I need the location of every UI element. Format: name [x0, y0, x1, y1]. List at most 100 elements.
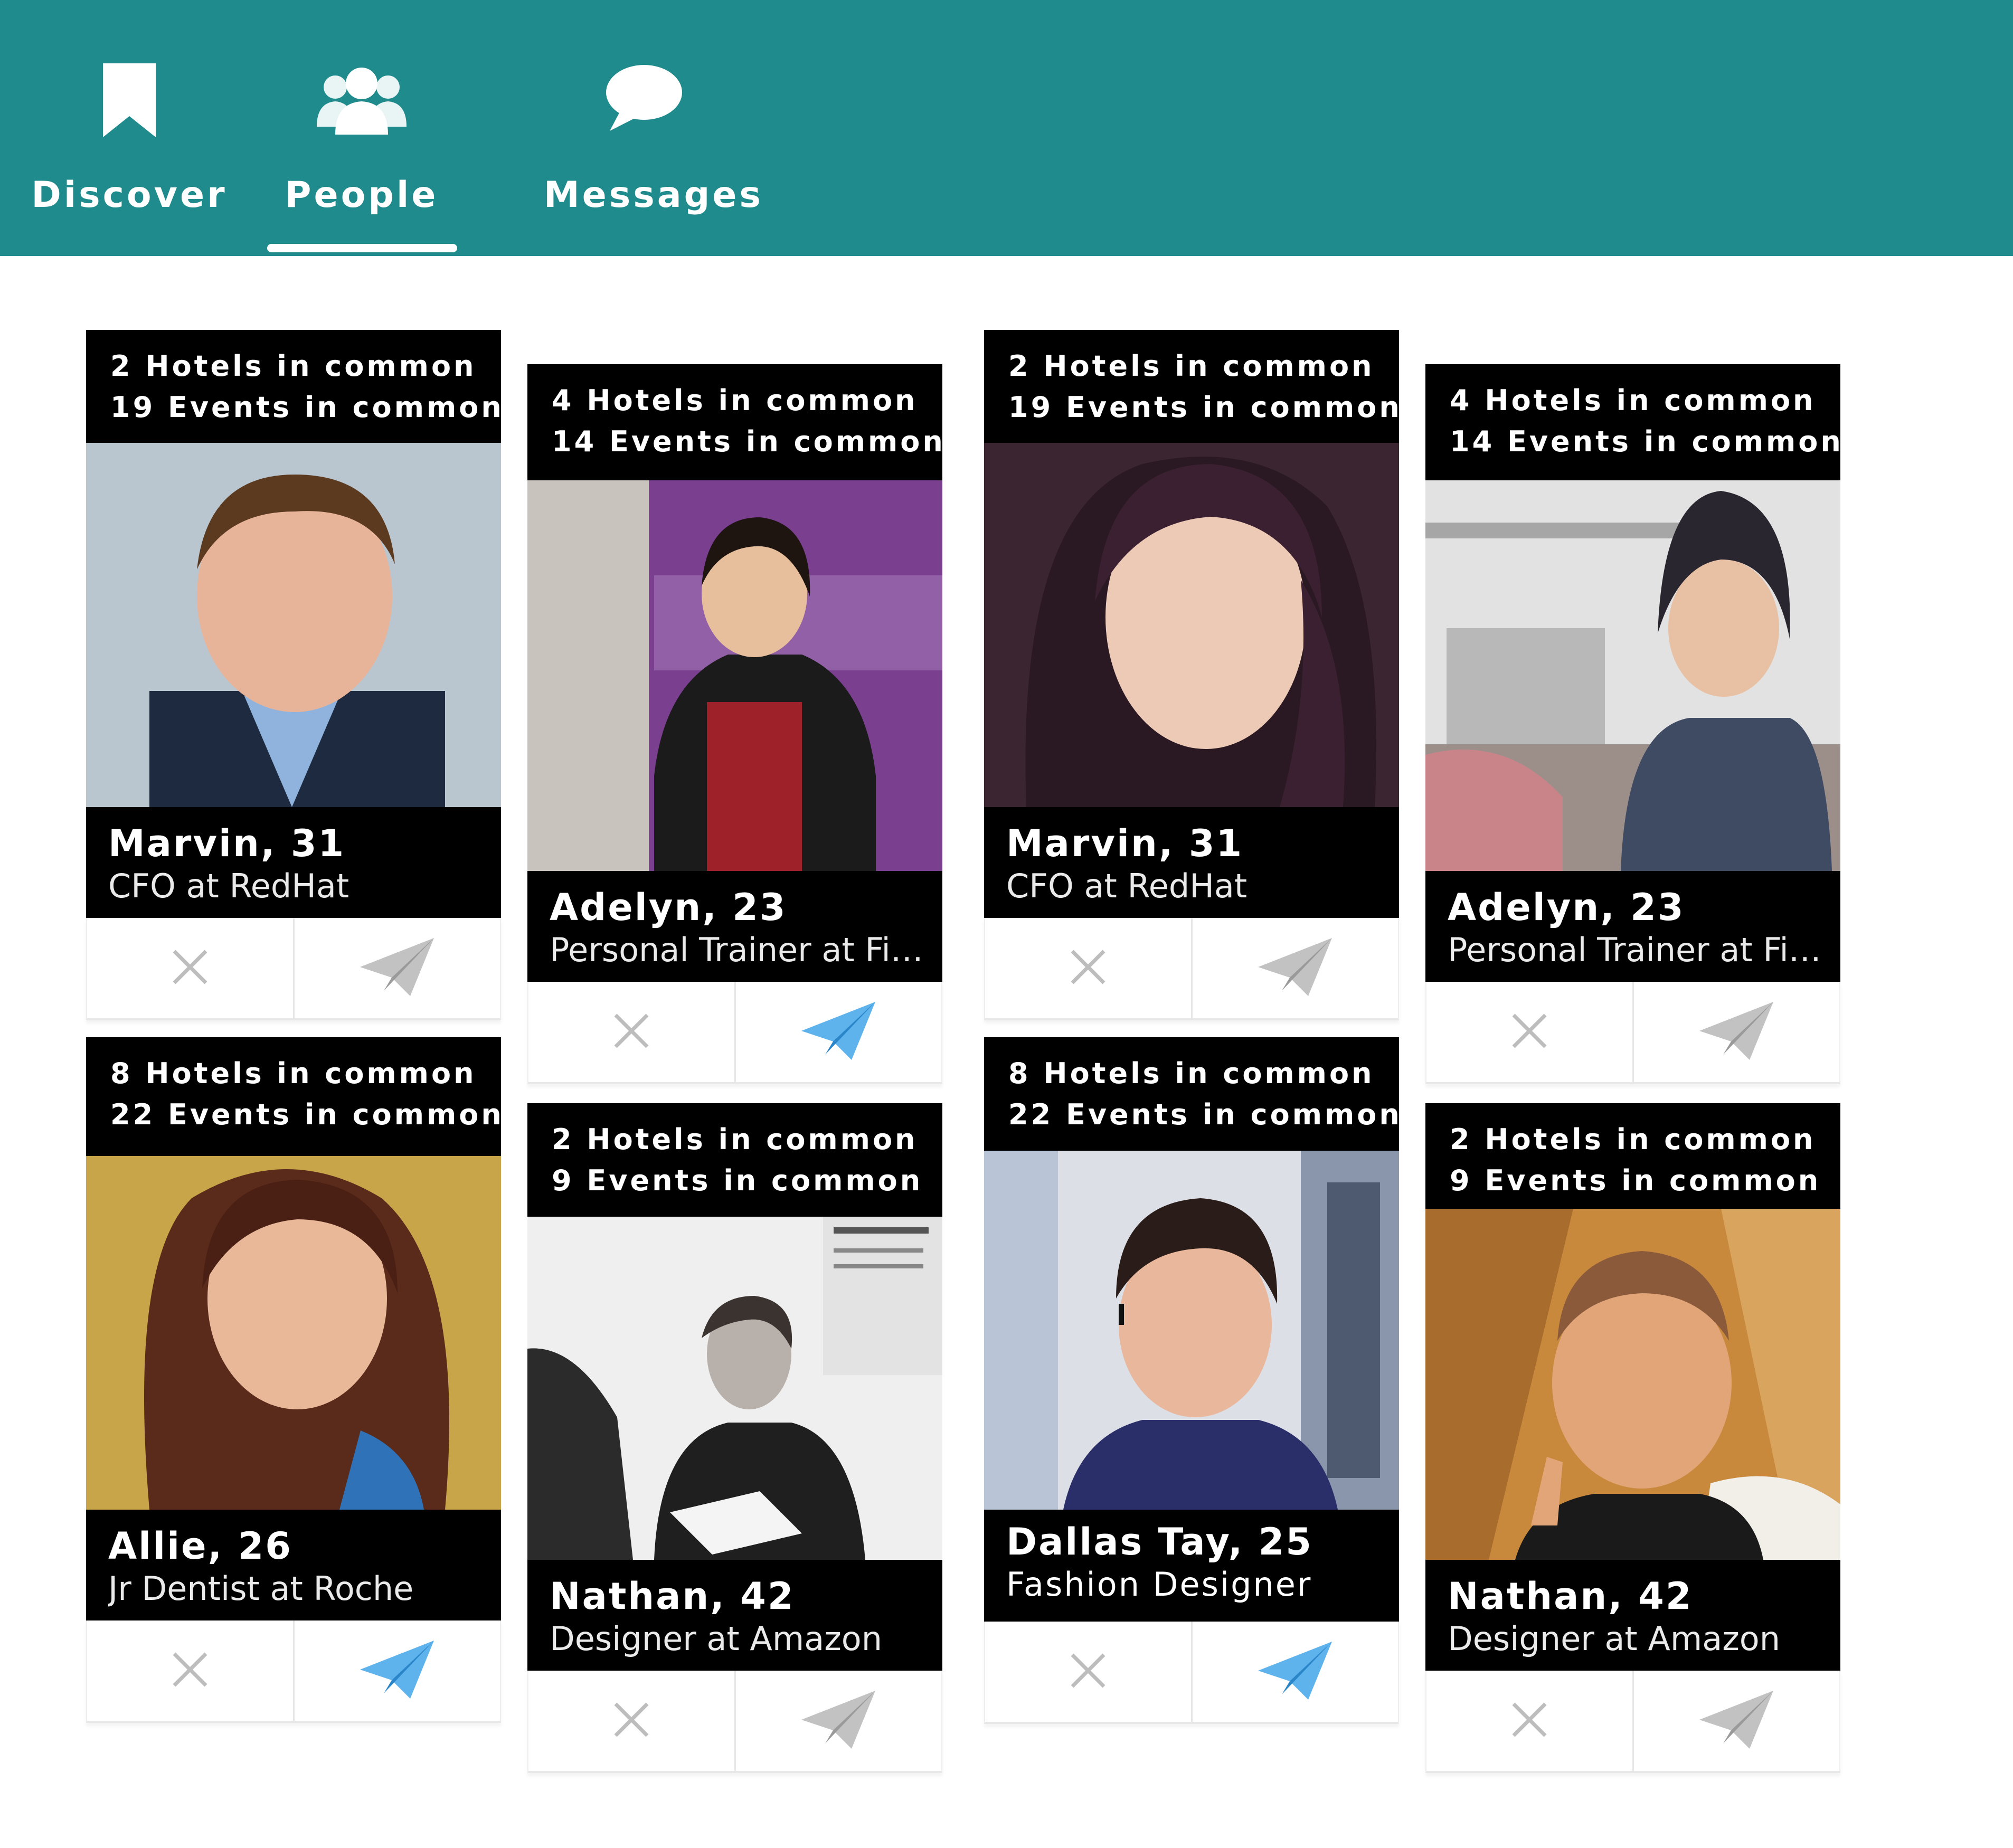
hotels-in-common: 4 Hotels in common — [1450, 384, 1816, 417]
person-name: Adelyn, 23 — [550, 886, 787, 929]
send-request-button[interactable] — [1190, 918, 1398, 1018]
card-actions — [984, 918, 1399, 1020]
profile-info: Adelyn, 23 Personal Trainer at Fit... — [1425, 871, 1840, 982]
person-job: Personal Trainer at Fit... — [550, 931, 935, 969]
hotels-in-common: 4 Hotels in common — [552, 384, 918, 417]
profile-photo[interactable] — [527, 1217, 942, 1560]
paper-plane-icon — [1258, 938, 1332, 998]
card-actions — [527, 1671, 942, 1773]
people-icon — [314, 63, 409, 137]
profile-info: Allie, 26 Jr Dentist at Roche — [86, 1510, 501, 1620]
common-summary: 4 Hotels in common 14 Events in common — [1425, 364, 1841, 480]
events-in-common: 9 Events in common — [552, 1164, 923, 1197]
person-card[interactable]: 2 Hotels in common 19 Events in common M… — [86, 330, 502, 1020]
close-icon — [613, 1701, 650, 1740]
profile-photo[interactable] — [86, 443, 501, 807]
tab-discover[interactable]: Discover — [21, 0, 238, 256]
paper-plane-icon — [1699, 1002, 1774, 1062]
chat-bubble-icon — [604, 63, 684, 134]
close-icon — [1511, 1701, 1548, 1740]
hotels-in-common: 8 Hotels in common — [110, 1057, 477, 1090]
profile-info: Adelyn, 23 Personal Trainer at Fit... — [527, 871, 942, 982]
person-card[interactable]: 2 Hotels in common 9 Events in common Na… — [527, 1103, 942, 1773]
hotels-in-common: 8 Hotels in common — [1008, 1057, 1375, 1090]
person-job: CFO at RedHat — [108, 867, 349, 905]
card-actions — [86, 1620, 501, 1723]
profile-info: Dallas Tay, 25 Fashion Designer — [984, 1510, 1399, 1622]
profile-info: Nathan, 42 Designer at Amazon — [527, 1560, 942, 1671]
tab-messages-label: Messages — [544, 174, 763, 216]
profile-photo[interactable] — [984, 443, 1399, 807]
send-request-button[interactable] — [1190, 1622, 1398, 1722]
paper-plane-icon — [801, 1002, 876, 1062]
paper-plane-icon — [360, 938, 434, 998]
close-icon — [613, 1012, 650, 1051]
common-summary: 8 Hotels in common 22 Events in common — [86, 1037, 504, 1156]
person-name: Nathan, 42 — [1448, 1575, 1693, 1618]
person-card[interactable]: 8 Hotels in common 22 Events in common D… — [984, 1037, 1400, 1724]
person-job: CFO at RedHat — [1006, 867, 1248, 905]
dismiss-button[interactable] — [985, 918, 1191, 1018]
person-card[interactable]: 4 Hotels in common 14 Events in common A… — [527, 364, 943, 1084]
person-card[interactable]: 2 Hotels in common 9 Events in common Na… — [1425, 1103, 1840, 1773]
tab-people[interactable]: People — [264, 0, 459, 256]
profile-photo[interactable] — [527, 480, 942, 871]
profile-info: Marvin, 31 CFO at RedHat — [984, 807, 1399, 918]
close-icon — [1511, 1012, 1548, 1051]
dismiss-button[interactable] — [528, 1671, 734, 1771]
send-request-button[interactable] — [734, 1671, 942, 1771]
person-card[interactable]: 8 Hotels in common 22 Events in common A… — [86, 1037, 504, 1723]
person-job: Designer at Amazon — [550, 1619, 882, 1658]
send-request-button[interactable] — [1632, 982, 1840, 1082]
paper-plane-icon — [1699, 1691, 1774, 1751]
active-tab-indicator — [267, 244, 457, 252]
person-name: Marvin, 31 — [108, 822, 346, 865]
paper-plane-icon — [1258, 1642, 1332, 1702]
dismiss-button[interactable] — [985, 1622, 1191, 1722]
person-job: Jr Dentist at Roche — [108, 1569, 414, 1608]
dismiss-button[interactable] — [87, 918, 293, 1018]
send-request-button[interactable] — [1632, 1671, 1840, 1771]
person-job: Personal Trainer at Fit... — [1448, 931, 1833, 969]
top-nav-bar: Discover People Messages — [0, 0, 2013, 256]
dismiss-button[interactable] — [1426, 1671, 1632, 1771]
send-request-button[interactable] — [734, 982, 942, 1082]
paper-plane-icon — [801, 1691, 876, 1751]
person-job: Fashion Designer — [1006, 1565, 1312, 1604]
profile-photo[interactable] — [1425, 480, 1840, 871]
person-name: Nathan, 42 — [550, 1575, 795, 1618]
dismiss-button[interactable] — [528, 982, 734, 1082]
bookmark-icon — [103, 63, 156, 139]
hotels-in-common: 2 Hotels in common — [1008, 349, 1375, 383]
profile-photo[interactable] — [1425, 1209, 1840, 1560]
common-summary: 2 Hotels in common 19 Events in common — [984, 330, 1402, 443]
hotels-in-common: 2 Hotels in common — [552, 1123, 918, 1156]
hotels-in-common: 2 Hotels in common — [110, 349, 477, 383]
common-summary: 2 Hotels in common 19 Events in common — [86, 330, 502, 443]
person-name: Allie, 26 — [108, 1524, 293, 1568]
close-icon — [172, 949, 209, 988]
dismiss-button[interactable] — [87, 1620, 293, 1721]
card-actions — [984, 1622, 1399, 1724]
person-name: Dallas Tay, 25 — [1006, 1520, 1313, 1563]
common-summary: 4 Hotels in common 14 Events in common — [527, 364, 943, 480]
close-icon — [172, 1651, 209, 1690]
person-name: Marvin, 31 — [1006, 822, 1244, 865]
events-in-common: 22 Events in common — [110, 1098, 504, 1131]
common-summary: 8 Hotels in common 22 Events in common — [984, 1037, 1400, 1151]
person-card[interactable]: 2 Hotels in common 19 Events in common M… — [984, 330, 1402, 1020]
close-icon — [1070, 1652, 1107, 1691]
hotels-in-common: 2 Hotels in common — [1450, 1123, 1816, 1156]
profile-photo[interactable] — [86, 1156, 501, 1510]
profile-info: Marvin, 31 CFO at RedHat — [86, 807, 501, 918]
tab-messages[interactable]: Messages — [544, 0, 763, 256]
dismiss-button[interactable] — [1426, 982, 1632, 1082]
person-card[interactable]: 4 Hotels in common 14 Events in common A… — [1425, 364, 1841, 1084]
send-request-button[interactable] — [292, 918, 500, 1018]
events-in-common: 19 Events in common — [1008, 391, 1402, 424]
send-request-button[interactable] — [292, 1620, 500, 1721]
profile-photo[interactable] — [984, 1151, 1399, 1510]
card-actions — [86, 918, 501, 1020]
events-in-common: 9 Events in common — [1450, 1164, 1821, 1197]
common-summary: 2 Hotels in common 9 Events in common — [527, 1103, 942, 1217]
